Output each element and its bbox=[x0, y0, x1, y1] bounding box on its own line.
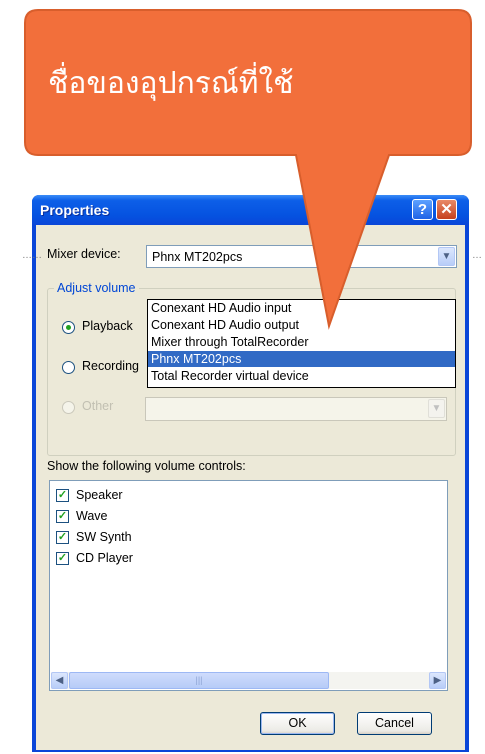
check-icon[interactable]: ✓ bbox=[56, 489, 69, 502]
dropdown-option[interactable]: Mixer through TotalRecorder bbox=[148, 334, 455, 350]
callout-bubble bbox=[24, 9, 472, 330]
horizontal-scrollbar[interactable]: ◀ ||| ▶ bbox=[51, 672, 446, 689]
other-device-combo: ▼ bbox=[145, 397, 447, 421]
dropdown-option[interactable]: Total Recorder virtual device bbox=[148, 368, 455, 384]
callout-shape bbox=[24, 9, 472, 330]
volume-controls-list[interactable]: ✓ Speaker ✓ Wave ✓ SW Synth ✓ CD Player … bbox=[49, 480, 448, 691]
list-item-label: CD Player bbox=[76, 551, 133, 565]
list-item-label: Wave bbox=[76, 509, 108, 523]
other-label: Other bbox=[82, 399, 114, 413]
recording-label[interactable]: Recording bbox=[82, 359, 139, 373]
list-item-label: Speaker bbox=[76, 488, 123, 502]
check-icon[interactable]: ✓ bbox=[56, 510, 69, 523]
dropdown-option-selected[interactable]: Phnx MT202pcs bbox=[148, 351, 455, 367]
recording-radio[interactable] bbox=[62, 361, 75, 374]
scrollbar-thumb[interactable]: ||| bbox=[69, 672, 329, 689]
other-radio bbox=[62, 401, 75, 414]
list-item-label: SW Synth bbox=[76, 530, 132, 544]
cancel-button[interactable]: Cancel bbox=[357, 712, 432, 735]
callout-text: ชื่อของอุปกรณ์ที่ใช้ bbox=[48, 66, 294, 101]
ok-button[interactable]: OK bbox=[260, 712, 335, 735]
volume-controls-label: Show the following volume controls: bbox=[47, 459, 246, 473]
chevron-down-icon: ▼ bbox=[428, 399, 445, 418]
arrow-left-icon[interactable]: ◀ bbox=[51, 672, 68, 689]
check-icon[interactable]: ✓ bbox=[56, 552, 69, 565]
arrow-right-icon[interactable]: ▶ bbox=[429, 672, 446, 689]
check-icon[interactable]: ✓ bbox=[56, 531, 69, 544]
